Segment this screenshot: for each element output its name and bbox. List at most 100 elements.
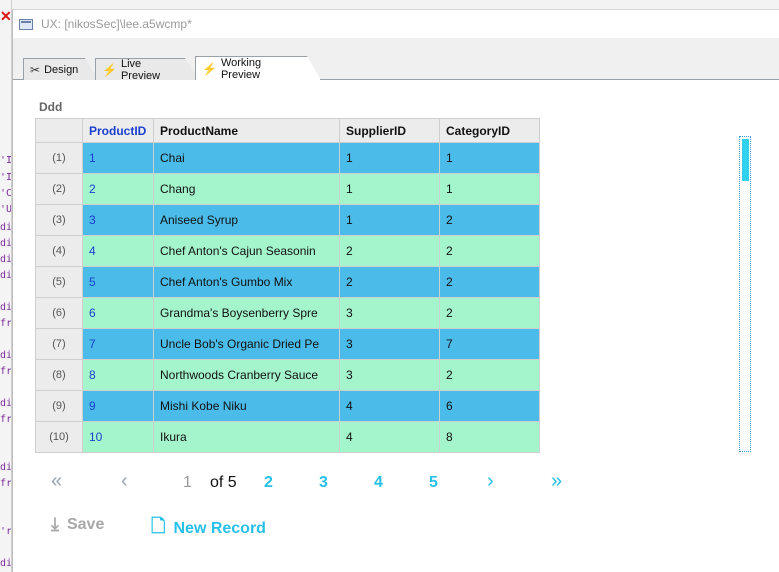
page-link-2[interactable]: 2 [264, 474, 273, 492]
column-header-supplierid[interactable]: SupplierID [339, 118, 440, 143]
table-row[interactable]: (2) 2 Chang 1 1 [35, 173, 540, 205]
cell-categoryid: 2 [439, 266, 540, 298]
last-page-button[interactable]: » [551, 470, 562, 493]
cell-productname: Grandma's Boysenberry Spre [153, 297, 340, 329]
cell-productname: Ikura [153, 421, 340, 453]
cell-categoryid: 1 [439, 142, 540, 174]
table-row[interactable]: (1) 1 Chai 1 1 [35, 142, 540, 174]
table-row[interactable]: (7) 7 Uncle Bob's Organic Dried Pe 3 7 [35, 328, 540, 360]
cell-productname: Uncle Bob's Organic Dried Pe [153, 328, 340, 360]
cell-productid: 4 [82, 235, 154, 267]
cell-supplierid: 4 [339, 390, 440, 422]
cell-productname: Chang [153, 173, 340, 205]
cell-categoryid: 1 [439, 173, 540, 205]
cell-categoryid: 2 [439, 235, 540, 267]
row-number: (10) [35, 421, 83, 453]
row-number: (6) [35, 297, 83, 329]
background-ide-bar [12, 0, 779, 10]
previous-page-button[interactable]: ‹ [121, 470, 128, 493]
table-row[interactable]: (3) 3 Aniseed Syrup 1 2 [35, 204, 540, 236]
window-titlebar: UX: [nikosSec]\lee.a5wcmp* [13, 10, 779, 38]
row-number: (5) [35, 266, 83, 298]
close-icon: ✕ [0, 8, 12, 24]
component-window: UX: [nikosSec]\lee.a5wcmp* ✂ Design ⚡ Li… [12, 10, 779, 572]
table-row[interactable]: (4) 4 Chef Anton's Cajun Seasonin 2 2 [35, 235, 540, 267]
save-label: Save [66, 515, 105, 533]
background-code-editor: ✕ 'I 'I 'C 'U di di di di di fr di fr di… [0, 0, 12, 572]
tab-label: Working Preview [220, 56, 262, 81]
cell-productname: Chef Anton's Gumbo Mix [153, 266, 340, 298]
cell-productid: 2 [82, 173, 154, 205]
scrollbar-thumb[interactable] [742, 139, 749, 181]
table-row[interactable]: (6) 6 Grandma's Boysenberry Spre 3 2 [35, 297, 540, 329]
table-row[interactable]: (5) 5 Chef Anton's Gumbo Mix 2 2 [35, 266, 540, 298]
cell-productname: Mishi Kobe Niku [153, 390, 340, 422]
next-page-button[interactable]: › [487, 470, 494, 493]
row-number: (1) [35, 142, 83, 174]
cell-supplierid: 2 [339, 266, 440, 298]
cell-categoryid: 7 [439, 328, 540, 360]
cell-supplierid: 3 [339, 328, 440, 360]
row-number: (4) [35, 235, 83, 267]
row-number: (7) [35, 328, 83, 360]
cell-productid: 1 [82, 142, 154, 174]
tab-live-preview[interactable]: ⚡ Live Preview [95, 58, 199, 80]
window-icon [19, 18, 33, 30]
column-header-productid[interactable]: ProductID [82, 118, 154, 143]
first-page-button[interactable]: « [51, 470, 62, 493]
cell-productname: Northwoods Cranberry Sauce [153, 359, 340, 391]
page-link-3[interactable]: 3 [319, 474, 328, 492]
lightning-blue-icon: ⚡ [202, 61, 217, 76]
cell-supplierid: 1 [339, 204, 440, 236]
cell-productid: 3 [82, 204, 154, 236]
cell-supplierid: 3 [339, 297, 440, 329]
row-number: (3) [35, 204, 83, 236]
cell-productid: 5 [82, 266, 154, 298]
cell-categoryid: 2 [439, 359, 540, 391]
vertical-scrollbar[interactable] [739, 136, 751, 452]
cell-categoryid: 2 [439, 297, 540, 329]
save-button[interactable]: ⤓ Save [51, 514, 104, 535]
tab-label: Design [44, 63, 79, 76]
cell-productname: Chai [153, 142, 340, 174]
row-number: (2) [35, 173, 83, 205]
cell-supplierid: 2 [339, 235, 440, 267]
new-document-icon: 🗋 [151, 516, 166, 536]
cell-supplierid: 3 [339, 359, 440, 391]
window-title: UX: [nikosSec]\lee.a5wcmp* [41, 17, 192, 31]
page-count: of 5 [210, 474, 237, 491]
row-number: (8) [35, 359, 83, 391]
new-record-button[interactable]: 🗋 New Record [151, 514, 266, 544]
save-download-icon: ⤓ [51, 514, 59, 534]
row-number-header [35, 118, 83, 143]
table-row[interactable]: (9) 9 Mishi Kobe Niku 4 6 [35, 390, 540, 422]
row-number: (9) [35, 390, 83, 422]
cell-productid: 10 [82, 421, 154, 453]
cell-productid: 6 [82, 297, 154, 329]
cell-categoryid: 6 [439, 390, 540, 422]
tab-design[interactable]: ✂ Design [23, 58, 99, 80]
cell-supplierid: 1 [339, 173, 440, 205]
cell-categoryid: 8 [439, 421, 540, 453]
working-preview-panel: Ddd ProductID ProductName SupplierID Cat… [13, 80, 779, 572]
page-link-5[interactable]: 5 [429, 474, 438, 492]
product-grid: ProductID ProductName SupplierID Categor… [35, 118, 540, 453]
cell-productid: 7 [82, 328, 154, 360]
table-row[interactable]: (8) 8 Northwoods Cranberry Sauce 3 2 [35, 359, 540, 391]
column-header-productname[interactable]: ProductName [153, 118, 340, 143]
cell-productname: Aniseed Syrup [153, 204, 340, 236]
cell-supplierid: 1 [339, 142, 440, 174]
tools-icon: ✂ [30, 62, 41, 77]
cell-productid: 9 [82, 390, 154, 422]
cell-supplierid: 4 [339, 421, 440, 453]
tab-working-preview[interactable]: ⚡ Working Preview [195, 56, 321, 80]
grid-header-row: ProductID ProductName SupplierID Categor… [35, 118, 540, 143]
lightning-icon: ⚡ [102, 62, 117, 77]
cell-categoryid: 2 [439, 204, 540, 236]
grid-caption: Ddd [39, 100, 63, 114]
page-link-4[interactable]: 4 [374, 474, 383, 492]
tab-strip: ✂ Design ⚡ Live Preview ⚡ Working Previe… [13, 38, 779, 80]
table-row[interactable]: (10) 10 Ikura 4 8 [35, 421, 540, 453]
cell-productid: 8 [82, 359, 154, 391]
column-header-categoryid[interactable]: CategoryID [439, 118, 540, 143]
